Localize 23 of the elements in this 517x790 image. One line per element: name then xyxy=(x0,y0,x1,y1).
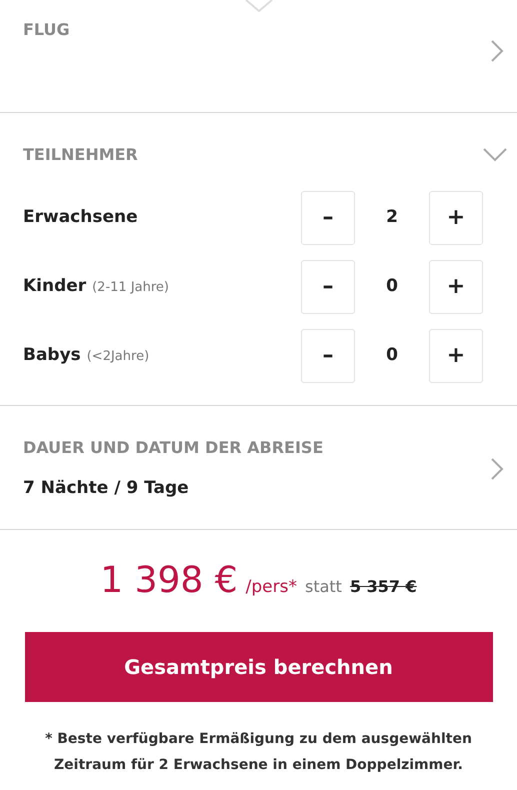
counter-label: Babys (<2Jahre) xyxy=(23,344,150,367)
counter-value: 2 xyxy=(385,206,399,229)
chevron-down-icon[interactable] xyxy=(483,148,507,162)
chevron-right-icon[interactable] xyxy=(490,458,504,480)
calculate-button[interactable]: Gesamtpreis berechnen xyxy=(24,632,492,702)
minus-button[interactable]: – xyxy=(301,190,355,244)
price-label: statt xyxy=(304,576,342,598)
counter-value: 0 xyxy=(385,344,399,367)
plus-button[interactable]: + xyxy=(429,328,483,382)
counter-label: Erwachsene xyxy=(23,206,139,229)
counter-value: 0 xyxy=(385,274,399,298)
duration-value: 7 Nächte / 9 Tage xyxy=(23,477,190,500)
counter-label: Kinder (2-11 Jahre) xyxy=(23,274,170,298)
price-unit: /pers* xyxy=(246,576,297,598)
minus-button[interactable]: – xyxy=(301,328,355,382)
plus-button[interactable]: + xyxy=(429,190,483,244)
footnote: * Beste verfügbare Ermäßigung zu dem ausgewählten Zeitraum für 2 Erwachsene in einem Doppelzimmer. xyxy=(44,730,473,776)
price: 1 398 € xyxy=(100,558,238,602)
chevron-down-icon xyxy=(244,0,274,12)
chevron-right-icon[interactable] xyxy=(490,40,504,62)
old-price: 5 357 € xyxy=(350,576,417,598)
plus-button[interactable]: + xyxy=(429,260,483,314)
minus-button[interactable]: – xyxy=(301,260,355,314)
